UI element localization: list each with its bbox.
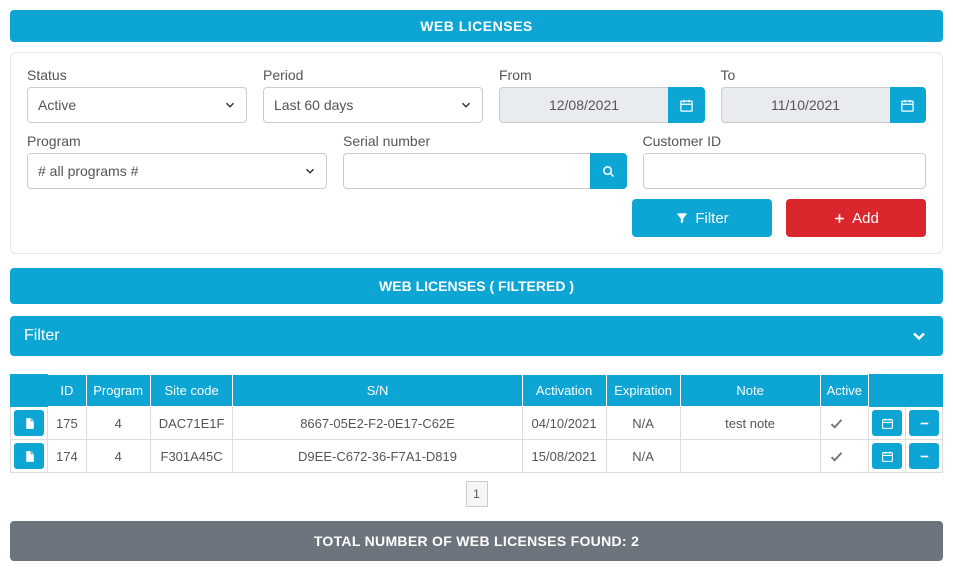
program-label: Program — [27, 133, 327, 149]
to-date-input[interactable] — [721, 87, 890, 123]
program-select[interactable]: # all programs # — [27, 153, 327, 189]
cell-sitecode: DAC71E1F — [150, 407, 233, 440]
col-expiration: Expiration — [606, 375, 680, 407]
from-date-picker-button[interactable] — [668, 87, 704, 123]
cell-sitecode: F301A45C — [150, 440, 233, 473]
from-label: From — [499, 67, 705, 83]
filter-toggle-bar[interactable]: Filter — [10, 316, 943, 356]
table-row: 1754DAC71E1F8667-05E2-F2-0E17-C62E04/10/… — [11, 407, 943, 440]
page-button[interactable]: 1 — [466, 481, 488, 507]
cell-active — [820, 407, 868, 440]
total-bar: TOTAL NUMBER OF WEB LICENSES FOUND: 2 — [10, 521, 943, 561]
col-id: ID — [48, 375, 87, 407]
minus-icon — [918, 417, 931, 430]
filter-toggle-label: Filter — [24, 327, 60, 345]
period-select[interactable]: Last 60 days — [263, 87, 483, 123]
serial-input[interactable] — [343, 153, 590, 189]
row-date-button[interactable] — [872, 443, 902, 469]
cell-activation: 15/08/2021 — [522, 440, 606, 473]
col-view — [11, 375, 48, 407]
serial-label: Serial number — [343, 133, 627, 149]
from-date-input[interactable] — [499, 87, 668, 123]
period-label: Period — [263, 67, 483, 83]
col-delete — [906, 375, 943, 407]
page-title: WEB LICENSES — [420, 18, 533, 34]
cell-id: 174 — [48, 440, 87, 473]
row-delete-button[interactable] — [909, 443, 939, 469]
customer-label: Customer ID — [643, 133, 927, 149]
filter-button-label: Filter — [695, 210, 728, 227]
plus-icon — [833, 212, 846, 225]
table-row: 1744F301A45CD9EE-C672-36-F7A1-D81915/08/… — [11, 440, 943, 473]
col-note: Note — [680, 375, 820, 407]
cell-program: 4 — [86, 407, 150, 440]
row-delete-button[interactable] — [909, 410, 939, 436]
col-date — [869, 375, 906, 407]
calendar-icon — [900, 98, 915, 113]
cell-active — [820, 440, 868, 473]
cell-sn: D9EE-C672-36-F7A1-D819 — [233, 440, 522, 473]
cell-expiration: N/A — [606, 440, 680, 473]
total-text: TOTAL NUMBER OF WEB LICENSES FOUND: 2 — [314, 533, 639, 549]
minus-icon — [918, 450, 931, 463]
document-icon — [23, 449, 36, 464]
licenses-table: ID Program Site code S/N Activation Expi… — [10, 374, 943, 473]
add-button-label: Add — [852, 210, 879, 227]
to-label: To — [721, 67, 927, 83]
cell-note: test note — [680, 407, 820, 440]
search-icon — [601, 164, 616, 179]
to-date-picker-button[interactable] — [890, 87, 926, 123]
cell-id: 175 — [48, 407, 87, 440]
cell-activation: 04/10/2021 — [522, 407, 606, 440]
status-label: Status — [27, 67, 247, 83]
calendar-icon — [881, 450, 894, 463]
serial-search-button[interactable] — [590, 153, 626, 189]
calendar-icon — [881, 417, 894, 430]
filter-icon — [675, 211, 689, 225]
filter-button[interactable]: Filter — [632, 199, 772, 237]
document-icon — [23, 416, 36, 431]
filtered-section-title: WEB LICENSES ( FILTERED ) — [379, 278, 574, 294]
check-icon — [829, 449, 860, 464]
add-button[interactable]: Add — [786, 199, 926, 237]
col-sn: S/N — [233, 375, 522, 407]
filtered-section-header: WEB LICENSES ( FILTERED ) — [10, 268, 943, 304]
page-header: WEB LICENSES — [10, 10, 943, 42]
pager: 1 — [10, 481, 943, 507]
customer-input[interactable] — [643, 153, 927, 189]
cell-sn: 8667-05E2-F2-0E17-C62E — [233, 407, 522, 440]
filter-card: Status Active Period Last 60 days — [10, 52, 943, 254]
cell-note — [680, 440, 820, 473]
col-active: Active — [820, 375, 868, 407]
cell-program: 4 — [86, 440, 150, 473]
col-sitecode: Site code — [150, 375, 233, 407]
chevron-down-icon — [909, 326, 929, 346]
col-activation: Activation — [522, 375, 606, 407]
row-date-button[interactable] — [872, 410, 902, 436]
col-program: Program — [86, 375, 150, 407]
cell-expiration: N/A — [606, 407, 680, 440]
view-row-button[interactable] — [14, 410, 44, 436]
calendar-icon — [679, 98, 694, 113]
status-select[interactable]: Active — [27, 87, 247, 123]
view-row-button[interactable] — [14, 443, 44, 469]
check-icon — [829, 416, 860, 431]
